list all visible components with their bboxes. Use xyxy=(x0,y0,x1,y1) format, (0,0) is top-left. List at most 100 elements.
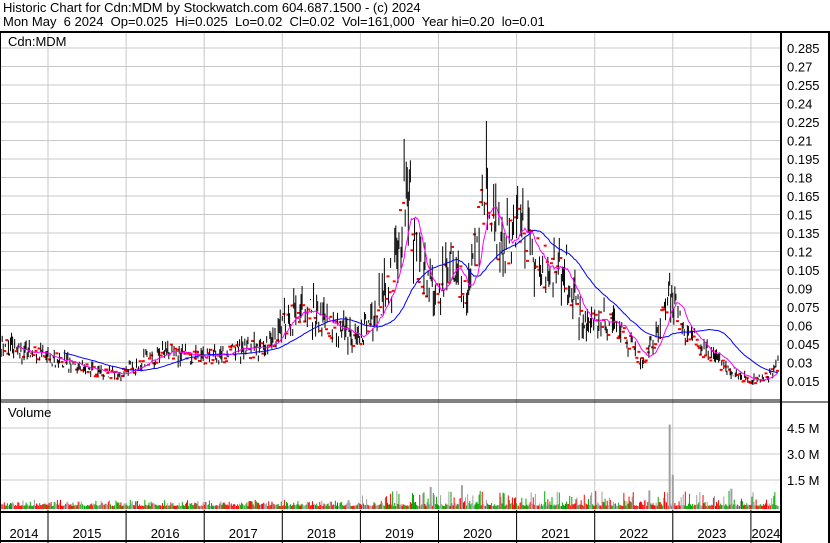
price-dot xyxy=(754,382,758,385)
price-tick-label: 0.105 xyxy=(787,263,820,278)
chart-window: Historic Chart for Cdn:MDM by Stockwatch… xyxy=(0,0,830,543)
price-dot xyxy=(719,368,723,371)
price-tick-label: 0.15 xyxy=(787,208,812,223)
price-dot xyxy=(564,287,568,290)
price-dot xyxy=(609,313,613,316)
price-dot xyxy=(392,280,396,283)
price-dot xyxy=(307,308,311,311)
price-dot xyxy=(482,222,486,225)
price-dot xyxy=(159,354,163,357)
price-dot xyxy=(388,291,392,294)
price-dot xyxy=(30,352,34,355)
price-dot xyxy=(436,292,440,295)
price-dot xyxy=(491,214,495,217)
price-tick-label: 0.165 xyxy=(787,189,820,204)
year-label: 2024 xyxy=(751,526,780,541)
price-dot xyxy=(141,360,145,363)
price-dot xyxy=(303,320,307,323)
year-label: 2014 xyxy=(10,526,39,541)
price-dot xyxy=(569,304,573,307)
year-label: 2018 xyxy=(307,526,336,541)
price-dot xyxy=(509,219,513,222)
price-dot xyxy=(138,360,142,363)
price-tick-label: 0.06 xyxy=(787,319,812,334)
price-dot xyxy=(43,355,47,358)
price-dot xyxy=(229,348,233,351)
price-dot xyxy=(770,368,774,371)
price-dot xyxy=(105,368,109,371)
price-dot xyxy=(297,320,301,323)
price-dot xyxy=(536,237,540,240)
price-dot xyxy=(623,336,627,339)
price-dot xyxy=(160,351,164,354)
price-dot xyxy=(598,311,602,314)
price-chart: Cdn:MDM Volume 0.285 0.27 0.255 0.24 0.225 0.… xyxy=(0,31,830,543)
price-dot xyxy=(330,337,334,340)
price-dot xyxy=(402,201,406,204)
price-dot xyxy=(379,306,383,309)
price-dot xyxy=(477,205,481,208)
price-dot xyxy=(398,209,402,212)
price-dot xyxy=(171,357,175,360)
price-dot xyxy=(5,339,9,342)
price-dot xyxy=(496,258,500,261)
price-dot xyxy=(333,326,337,329)
price-dot xyxy=(704,354,708,357)
price-dot xyxy=(745,376,749,379)
year-label: 2016 xyxy=(151,526,180,541)
price-dot xyxy=(580,309,584,312)
price-dot xyxy=(665,311,669,314)
price-dot xyxy=(624,341,628,344)
price-dot xyxy=(420,285,424,288)
price-dot xyxy=(225,360,229,363)
price-dot xyxy=(678,328,682,331)
price-dot xyxy=(334,320,338,323)
price-dot xyxy=(197,359,201,362)
price-tick-label: 0.015 xyxy=(787,374,820,389)
price-dot xyxy=(313,316,317,319)
price-dot xyxy=(391,289,395,292)
price-dot xyxy=(461,292,465,295)
price-dot xyxy=(622,327,626,330)
price-dot xyxy=(680,323,684,326)
price-dot xyxy=(661,306,665,309)
price-tick-label: 0.075 xyxy=(787,300,820,315)
price-dot xyxy=(286,313,290,316)
price-dot xyxy=(742,379,746,382)
price-dot xyxy=(169,343,173,346)
price-dot xyxy=(559,257,563,260)
price-dot xyxy=(410,249,414,252)
price-dot xyxy=(148,357,152,360)
price-dot xyxy=(176,348,180,351)
price-dot xyxy=(644,359,648,362)
volume-tick-label: 3.0 M xyxy=(787,447,820,462)
price-dot xyxy=(675,320,679,323)
price-dot xyxy=(211,358,215,361)
price-dot xyxy=(64,361,68,364)
price-dot xyxy=(463,280,467,283)
price-dot xyxy=(607,333,611,336)
price-dot xyxy=(464,302,468,305)
price-dot xyxy=(414,232,418,235)
price-dot xyxy=(329,315,333,318)
price-dot xyxy=(437,301,441,304)
price-dot xyxy=(109,377,113,380)
price-dot xyxy=(526,259,530,262)
price-tick-label: 0.225 xyxy=(787,115,820,130)
price-dot xyxy=(86,371,90,374)
price-tick-label: 0.255 xyxy=(787,78,820,93)
price-dot xyxy=(308,317,312,320)
price-dot xyxy=(3,350,7,353)
price-dot xyxy=(556,265,560,268)
price-dot xyxy=(474,264,478,267)
price-dot xyxy=(327,332,331,335)
year-label: 2021 xyxy=(541,526,570,541)
volume-label: Volume xyxy=(8,405,51,420)
price-dot xyxy=(37,347,41,350)
year-label: 2022 xyxy=(619,526,648,541)
price-dot xyxy=(6,352,10,355)
price-dot xyxy=(192,350,196,353)
price-dot xyxy=(721,359,725,362)
price-dot xyxy=(632,346,636,349)
price-dot xyxy=(738,372,742,375)
